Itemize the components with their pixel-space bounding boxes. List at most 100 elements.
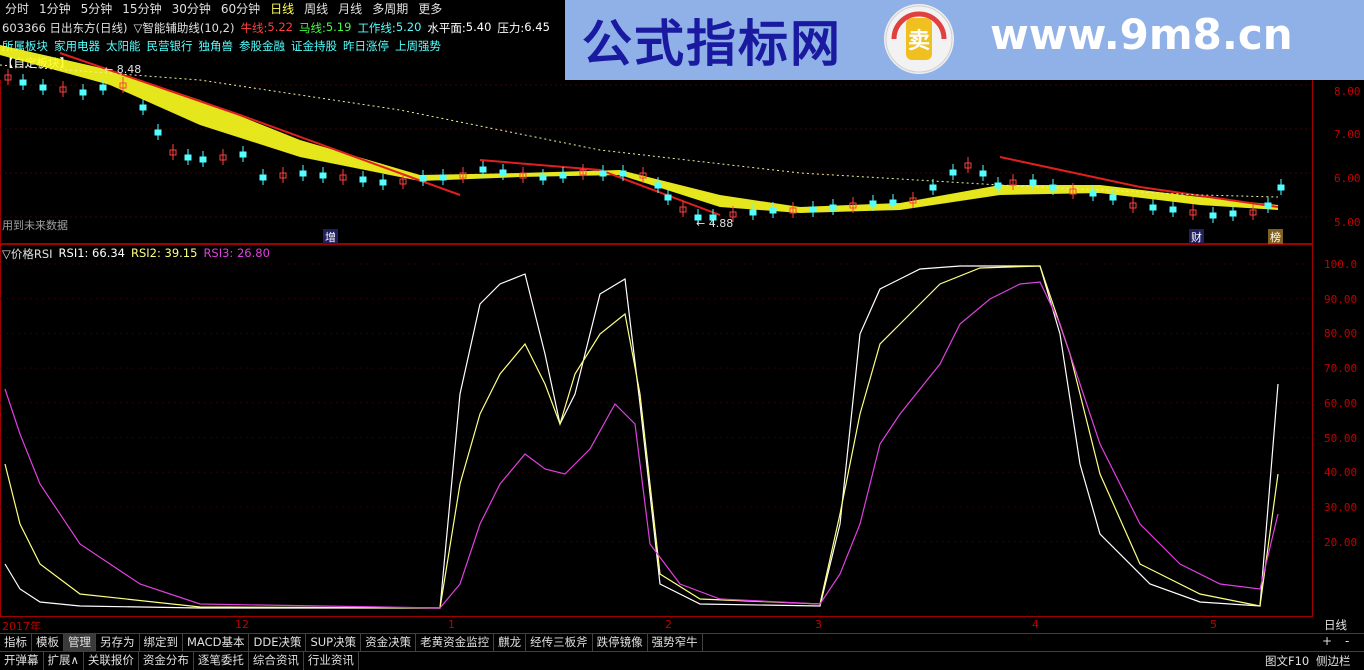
candle-body-47 — [889, 199, 897, 206]
candle-body-8 — [154, 129, 162, 136]
bottom-tabs-row1-13[interactable]: 强势窄牛 — [648, 634, 703, 651]
price-tick-3: 5.00 — [1334, 216, 1361, 229]
date-tick-0: 2017年 — [2, 620, 41, 633]
bottom-tabs-row1-12[interactable]: 跌停镜像 — [593, 634, 648, 651]
candle-body-53 — [994, 182, 1002, 189]
date-tick-3: 2 — [665, 618, 672, 631]
candle-body-29 — [559, 172, 567, 179]
rsi-tick-6: 40.00 — [1324, 466, 1358, 480]
rsi-tick-8: 20.00 — [1324, 535, 1358, 549]
candle-body-50 — [949, 169, 957, 176]
rsi-chart-canvas — [0, 263, 1311, 609]
bottom-tabs-row1-3[interactable]: 另存为 — [96, 634, 140, 651]
bottom-tabs-row2-1[interactable]: 扩展∧ — [44, 652, 84, 670]
date-tick-5: 4 — [1032, 618, 1039, 631]
bottom-tabs-row1-6[interactable]: DDE决策 — [249, 634, 307, 651]
candle-body-44 — [829, 204, 837, 211]
bottom-tabs-row2-5[interactable]: 综合资讯 — [249, 652, 304, 670]
bottom-tabs-row1-7[interactable]: SUP决策 — [306, 634, 362, 651]
rsi-tick-0: 100.0 — [1324, 258, 1358, 271]
candle-body-55 — [1029, 179, 1037, 186]
candle-body-23 — [439, 174, 447, 181]
period-tab-8[interactable]: 月线 — [333, 0, 367, 18]
bottom-tabs-row1-9[interactable]: 老黄资金监控 — [416, 634, 495, 651]
candle-body-1 — [19, 79, 27, 86]
candle-body-26 — [499, 169, 507, 176]
candle-body-25 — [479, 166, 487, 173]
candle-body-49 — [929, 184, 937, 191]
bottom-tabs-row1-1[interactable]: 模板 — [32, 634, 64, 651]
rsi-tick-3: 70.00 — [1324, 362, 1358, 376]
candle-body-46 — [869, 200, 877, 207]
candle-body-13 — [239, 151, 247, 158]
rsi-tick-2: 80.00 — [1324, 327, 1358, 341]
bottom-tabs-row2-6[interactable]: 行业资讯 — [304, 652, 359, 670]
ma-value: 5.19 — [325, 20, 352, 34]
future-data-note: 用到未来数据 — [2, 219, 68, 232]
candle-body-5 — [99, 84, 107, 91]
sidebar-button[interactable]: 侧边栏 — [1316, 653, 1351, 669]
period-tab-9[interactable]: 多周期 — [367, 0, 413, 18]
mark-zeng[interactable]: 增 — [323, 229, 338, 245]
candle-body-10 — [184, 154, 192, 161]
candle-body-58 — [1089, 190, 1097, 197]
ma-label: 马线: — [298, 21, 326, 35]
candle-body-35 — [664, 194, 672, 201]
period-tab-2[interactable]: 5分钟 — [76, 0, 118, 18]
candle-body-64 — [1209, 212, 1217, 219]
rsi-tick-1: 90.00 — [1324, 292, 1358, 306]
price-tick-2: 6.00 — [1334, 172, 1361, 185]
period-tab-10[interactable]: 更多 — [413, 0, 447, 18]
bottom-tabs-row1-0[interactable]: 指标 — [0, 634, 32, 651]
rsi-axis: 100.0 90.00 80.00 70.00 60.00 50.00 40.00 30.00… — [1312, 244, 1364, 616]
candle-body-11 — [199, 156, 207, 163]
mark-cai[interactable]: 财 — [1189, 229, 1204, 245]
niu-value: 5.22 — [267, 20, 293, 34]
rsi-tick-5: 50.00 — [1324, 431, 1358, 445]
candle-body-16 — [299, 170, 307, 177]
zoom-in-button[interactable]: + — [1322, 634, 1332, 648]
candle-body-19 — [359, 176, 367, 183]
date-tick-1: 12 — [235, 618, 249, 631]
candle-body-31 — [599, 170, 607, 177]
f10-button[interactable]: 图文F10 — [1265, 653, 1309, 669]
candle-body-2 — [39, 84, 47, 91]
indicator-name[interactable]: ▽智能辅助线(10,2) — [134, 20, 235, 36]
period-tab-3[interactable]: 15分钟 — [117, 0, 166, 18]
candle-body-7 — [139, 104, 147, 111]
period-tab-0[interactable]: 分时 — [0, 0, 34, 18]
bottom-tabs-row2-3[interactable]: 资金分布 — [139, 652, 194, 670]
pressure-label: 压力: — [497, 21, 525, 35]
price-chart-canvas — [0, 45, 1311, 225]
period-tab-5[interactable]: 60分钟 — [216, 0, 265, 18]
bottom-tabs-row1-2[interactable]: 管理 — [64, 634, 96, 651]
candle-body-32 — [619, 170, 627, 177]
rsi-tick-7: 30.00 — [1324, 500, 1358, 514]
period-tab-7[interactable]: 周线 — [299, 0, 333, 18]
function-tab-bar: 开弹幕 扩展∧ 关联报价 资金分布 逐笔委托 综合资讯 行业资讯 — [0, 651, 1364, 670]
period-tab-4[interactable]: 30分钟 — [167, 0, 216, 18]
bottom-tabs-row1-10[interactable]: 麒龙 — [494, 634, 527, 651]
bottom-tabs-row2-0[interactable]: 开弹幕 — [0, 652, 44, 670]
bottom-tabs-row1-11[interactable]: 经传三板斧 — [526, 634, 593, 651]
bottom-tabs-row2-2[interactable]: 关联报价 — [84, 652, 139, 670]
bottom-tabs-row1-4[interactable]: 绑定到 — [140, 634, 183, 651]
candle-body-65 — [1229, 210, 1237, 217]
candle-body-59 — [1109, 194, 1117, 201]
bottom-tabs-row1-5[interactable]: MACD基本 — [183, 634, 250, 651]
period-tab-1[interactable]: 1分钟 — [34, 0, 76, 18]
price-tick-0: 8.00 — [1334, 85, 1361, 98]
mark-bang[interactable]: 榜 — [1268, 229, 1283, 245]
rsi-tick-4: 60.00 — [1324, 396, 1358, 410]
indicator-tab-bar: 指标 模板 管理 另存为 绑定到 MACD基本 DDE决策 SUP决策 资金决策 老黄资金监控 麒龙… — [0, 633, 1364, 651]
bottom-tabs-row1-8[interactable]: 资金决策 — [361, 634, 417, 651]
bottom-tabs-row2-4[interactable]: 逐笔委托 — [194, 652, 249, 670]
period-tab-6[interactable]: 日线 — [265, 0, 299, 18]
candle-body-62 — [1169, 206, 1177, 213]
level-value: 5.40 — [465, 20, 492, 34]
zoom-out-button[interactable]: - — [1345, 634, 1349, 648]
work-value: 5.20 — [395, 20, 422, 34]
red-trend-line-3 — [999, 156, 1279, 208]
date-axis: 2017年 12 1 2 3 4 5 — [0, 616, 1364, 633]
candle-body-20 — [379, 179, 387, 186]
